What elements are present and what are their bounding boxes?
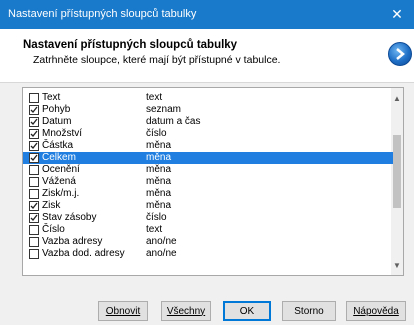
header-title: Nastavení přístupných sloupců tabulky [23,39,238,51]
ok-label: OK [239,305,255,317]
column-name: Ocenění [42,164,80,175]
checkbox-checked[interactable] [29,213,39,223]
list-item[interactable]: Částka měna [23,140,393,152]
title-bar: Nastavení přístupných sloupců tabulky ✕ [0,0,414,29]
checkbox-checked[interactable] [29,105,39,115]
obnovit-button[interactable]: Obnovit [98,301,148,321]
column-type: číslo [146,128,167,139]
column-type: datum a čas [146,116,201,127]
column-name: Text [42,92,61,103]
column-type: měna [146,200,172,211]
checkbox-checked[interactable] [29,153,39,163]
column-name: Zisk/m.j. [42,188,80,199]
column-name: Zisk [42,200,61,211]
checkbox[interactable] [29,249,39,259]
vsechny-label: Všechny [166,305,206,317]
list-item[interactable]: Pohyb seznam [23,104,393,116]
checkbox[interactable] [29,177,39,187]
list-item[interactable]: Vážená měna [23,176,393,188]
column-name: Vážená [42,176,76,187]
list-item[interactable]: Vazba dod. adresy ano/ne [23,248,393,260]
ok-button[interactable]: OK [223,301,271,321]
obnovit-label: Obnovit [105,305,141,317]
checkbox[interactable] [29,237,39,247]
checkbox-checked[interactable] [29,201,39,211]
column-type: číslo [146,212,167,223]
vsechny-button[interactable]: Všechny [161,301,211,321]
dialog-header: Nastavení přístupných sloupců tabulky Za… [0,29,414,83]
list-item[interactable]: Zisk/m.j. měna [23,188,393,200]
scroll-thumb[interactable] [393,135,401,208]
column-name: Celkem [42,152,76,163]
column-name: Pohyb [42,104,71,115]
column-type: text [146,92,163,103]
storno-button[interactable]: Storno [282,301,336,321]
list-item[interactable]: Množství číslo [23,128,393,140]
checkbox[interactable] [29,225,39,235]
list-item[interactable]: Zisk měna [23,200,393,212]
column-type: měna [146,164,172,175]
column-name: Stav zásoby [42,212,97,223]
column-type: ano/ne [146,236,177,247]
column-type: měna [146,152,172,163]
column-type: seznam [146,104,182,115]
column-name: Množství [42,128,83,139]
storno-label: Storno [294,305,324,317]
chevron-right-circle-icon [388,42,412,66]
column-type: měna [146,140,172,151]
column-type: měna [146,188,172,199]
window-title: Nastavení přístupných sloupců tabulky [8,8,197,20]
checkbox[interactable] [29,189,39,199]
checkbox[interactable] [29,93,39,103]
napoveda-button[interactable]: Nápověda [346,301,406,321]
checkbox-checked[interactable] [29,129,39,139]
column-type: měna [146,176,172,187]
list-item[interactable]: Vazba adresy ano/ne [23,236,393,248]
checkbox[interactable] [29,165,39,175]
column-name: Vazba adresy [42,236,103,247]
header-subtitle: Zatrhněte sloupce, které mají být přístu… [33,54,281,66]
napoveda-label: Nápověda [353,305,399,317]
column-name: Datum [42,116,72,127]
list-item[interactable]: Celkem měna [23,152,393,164]
column-name: Částka [42,140,74,151]
column-list[interactable]: ▲ ▼ Text text Pohyb seznam Datum datum a čas M… [22,87,404,276]
scroll-down-icon[interactable]: ▼ [391,258,403,272]
column-name: Vazba dod. adresy [42,248,125,259]
checkbox-checked[interactable] [29,141,39,151]
column-type: text [146,224,163,235]
list-item[interactable]: Datum datum a čas [23,116,393,128]
column-name: Číslo [42,224,65,235]
close-icon[interactable]: ✕ [380,0,414,29]
list-item[interactable]: Text text [23,92,393,104]
column-type: ano/ne [146,248,177,259]
checkbox-checked[interactable] [29,117,39,127]
list-item[interactable]: Ocenění měna [23,164,393,176]
list-item[interactable]: Stav zásoby číslo [23,212,393,224]
list-item[interactable]: Číslo text [23,224,393,236]
